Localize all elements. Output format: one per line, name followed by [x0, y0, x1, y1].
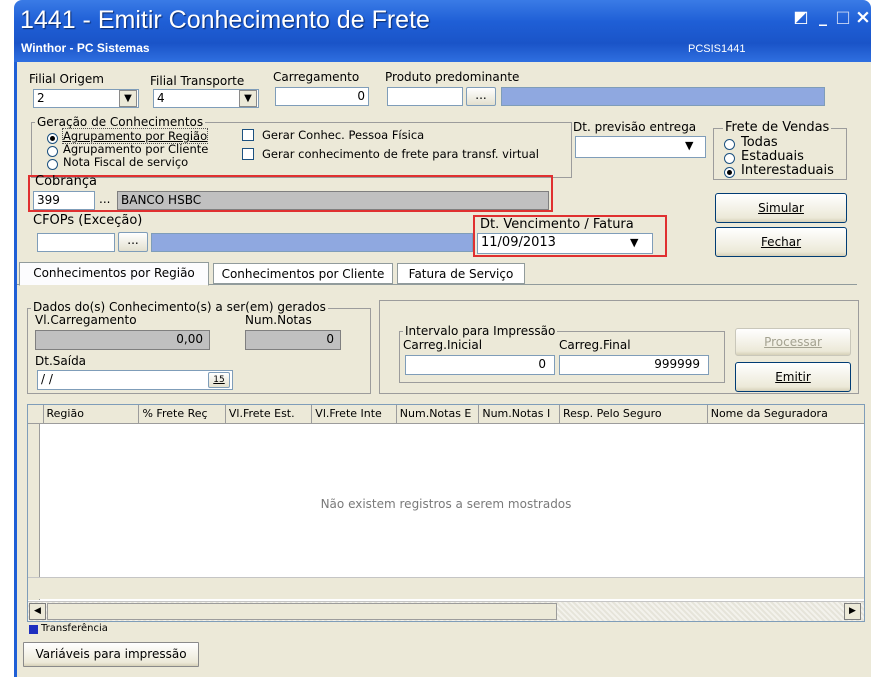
processar-label: Processar — [764, 335, 822, 349]
carregamento-input[interactable]: 0 — [275, 87, 369, 106]
fechar-button[interactable]: Fechar — [715, 227, 847, 257]
cfops-description — [151, 233, 473, 252]
dt-saida-label: Dt.Saída — [35, 354, 87, 368]
simular-button[interactable]: Simular — [715, 193, 847, 223]
cfops-label: CFOPs (Exceção) — [33, 213, 143, 228]
dt-saida-input[interactable]: / / — [37, 370, 233, 390]
grid-row-indicator — [28, 405, 44, 423]
program-code: PCSIS1441 — [688, 43, 746, 55]
radio-todas[interactable] — [724, 139, 735, 150]
restore-icon[interactable]: ◩ — [790, 6, 812, 28]
dt-vencimento-label: Dt. Vencimento / Fatura — [480, 217, 634, 232]
window-subtitle: Winthor - PC Sistemas — [21, 41, 150, 55]
chevron-down-icon[interactable]: ▼ — [239, 90, 257, 107]
radio-agrupamento-regiao[interactable] — [47, 133, 58, 144]
grid-empty-message: Não existem registros a serem mostrados — [320, 497, 572, 511]
minimize-icon[interactable]: _ — [812, 6, 834, 28]
carreg-final-label: Carreg.Final — [559, 338, 631, 352]
col-frete-rec[interactable]: % Frete Reç — [139, 405, 226, 423]
chevron-down-icon[interactable]: ▼ — [119, 90, 137, 107]
cfops-input[interactable] — [37, 233, 115, 252]
cfops-search-button[interactable]: ... — [118, 232, 148, 252]
estaduais-label[interactable]: Estaduais — [741, 149, 804, 164]
radio-nota-fiscal-servico[interactable] — [47, 159, 58, 170]
window-title: 1441 - Emitir Conhecimento de Frete — [20, 6, 430, 34]
carreg-inicial-input[interactable]: 0 — [405, 355, 555, 375]
nota-fiscal-servico-label[interactable]: Nota Fiscal de serviço — [63, 155, 188, 169]
fechar-label: Fechar — [760, 235, 802, 249]
cobranca-name-field: BANCO HSBC — [117, 191, 549, 210]
data-grid[interactable]: Região % Frete Reç Vl.Frete Est. Vl.Fret… — [27, 404, 865, 622]
carreg-inicial-label: Carreg.Inicial — [403, 338, 483, 352]
grid-header: Região % Frete Reç Vl.Frete Est. Vl.Fret… — [28, 405, 865, 424]
produto-input[interactable] — [387, 87, 463, 106]
maximize-icon[interactable]: □ — [832, 6, 854, 28]
dt-previsao-label: Dt. previsão entrega — [573, 120, 697, 134]
tab-conhecimentos-cliente[interactable]: Conhecimentos por Cliente — [213, 263, 393, 284]
variaveis-impressao-button[interactable]: Variáveis para impressão — [23, 642, 199, 667]
checkbox-transf-virtual[interactable] — [242, 148, 254, 160]
agrupamento-cliente-label[interactable]: Agrupamento por Cliente — [63, 142, 208, 156]
legend-transferencia-label: Transferência — [41, 623, 108, 634]
horizontal-scrollbar[interactable]: ◀ ▶ — [28, 601, 864, 621]
filial-origem-value: 2 — [37, 91, 45, 105]
tab-fatura-servico[interactable]: Fatura de Serviço — [397, 263, 525, 284]
scrollbar-thumb[interactable] — [47, 603, 557, 620]
col-vl-frete-est[interactable]: Vl.Frete Est. — [225, 405, 313, 423]
intervalo-label: Intervalo para Impressão — [403, 324, 558, 338]
chevron-down-icon[interactable]: ▼ — [685, 139, 693, 152]
close-icon[interactable]: × — [852, 6, 871, 28]
cobranca-code-input[interactable]: 399 — [33, 191, 95, 210]
pessoa-fisica-label[interactable]: Gerar Conhec. Pessoa Física — [262, 128, 424, 142]
grid-indicator-column — [28, 424, 40, 600]
cobranca-search-button[interactable]: ... — [99, 192, 110, 206]
col-vl-frete-inte[interactable]: Vl.Frete Inte — [312, 405, 397, 423]
todas-label[interactable]: Todas — [741, 135, 778, 150]
radio-interestaduais[interactable] — [724, 167, 735, 178]
produto-label: Produto predominante — [385, 70, 520, 84]
col-num-notas-e[interactable]: Num.Notas E — [396, 405, 480, 423]
transf-virtual-label[interactable]: Gerar conhecimento de frete para transf.… — [262, 147, 539, 161]
cobranca-label: Cobrança — [35, 174, 97, 189]
geracao-label: Geração de Conhecimentos — [35, 115, 206, 129]
calendar-icon[interactable]: 15 — [208, 372, 230, 388]
filial-transporte-label: Filial Transporte — [150, 74, 245, 88]
emitir-label: Emitir — [775, 370, 811, 384]
title-bar[interactable]: 1441 - Emitir Conhecimento de Frete Wint… — [14, 0, 871, 62]
chevron-down-icon[interactable]: ▼ — [630, 236, 638, 249]
agrupamento-regiao-label[interactable]: Agrupamento por Região — [61, 128, 209, 144]
filial-origem-label: Filial Origem — [29, 72, 104, 86]
frete-vendas-label: Frete de Vendas — [723, 120, 832, 135]
filial-transporte-value: 4 — [157, 91, 165, 105]
grid-footer — [28, 577, 864, 599]
num-notas-field: 0 — [245, 330, 341, 350]
vl-carregamento-label: Vl.Carregamento — [35, 313, 137, 327]
produto-description — [501, 87, 825, 106]
dt-vencimento-combo[interactable]: 11/09/2013 — [477, 233, 653, 254]
checkbox-pessoa-fisica[interactable] — [242, 129, 254, 141]
radio-agrupamento-cliente[interactable] — [47, 146, 58, 157]
radio-estaduais[interactable] — [724, 153, 735, 164]
legend-color-swatch — [29, 625, 38, 634]
window-body: Filial Origem 2 ▼ Filial Transporte 4 ▼ … — [14, 62, 871, 677]
scroll-left-arrow-icon[interactable]: ◀ — [29, 603, 46, 620]
processar-button[interactable]: Processar — [735, 328, 851, 356]
num-notas-label: Num.Notas — [245, 313, 312, 327]
scroll-right-arrow-icon[interactable]: ▶ — [844, 603, 861, 620]
col-regiao[interactable]: Região — [43, 405, 140, 423]
carregamento-label: Carregamento — [273, 70, 360, 84]
produto-search-button[interactable]: ... — [466, 87, 496, 106]
vl-carregamento-field: 0,00 — [35, 330, 210, 350]
carreg-final-input[interactable]: 999999 — [559, 355, 709, 375]
emitir-button[interactable]: Emitir — [735, 362, 851, 392]
simular-label: Simular — [758, 201, 804, 215]
interestaduais-label[interactable]: Interestaduais — [741, 163, 834, 178]
col-num-notas-i[interactable]: Num.Notas I — [479, 405, 560, 423]
col-nome-seguradora[interactable]: Nome da Seguradora — [707, 405, 865, 423]
tab-conhecimentos-regiao[interactable]: Conhecimentos por Região — [19, 262, 209, 286]
dados-label: Dados do(s) Conhecimento(s) a ser(em) ge… — [31, 300, 328, 314]
col-resp-seguro[interactable]: Resp. Pelo Seguro — [560, 405, 708, 423]
